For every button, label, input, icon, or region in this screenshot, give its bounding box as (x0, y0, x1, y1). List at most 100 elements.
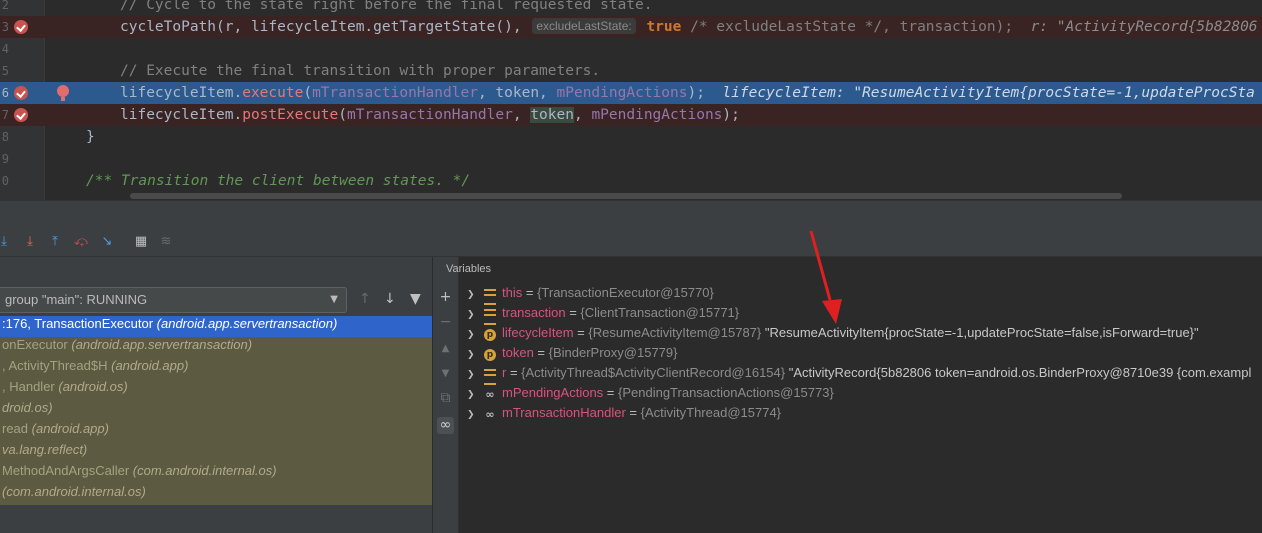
breakpoint-icon[interactable] (14, 86, 28, 100)
equals-sign: = (565, 305, 581, 320)
field-list-icon (484, 289, 496, 305)
variable-text: token = {BinderProxy@15779} (502, 345, 677, 360)
field-name: mPendingActions (556, 85, 688, 101)
breakpoint-icon[interactable] (14, 20, 28, 34)
variable-row[interactable]: ❯ p lifecycleItem = {ResumeActivityItem@… (459, 325, 1262, 345)
evaluate-expression-icon[interactable]: ▦ (133, 234, 149, 250)
frame-package: (android.app) (111, 358, 189, 373)
step-into-icon[interactable]: ⤓ (22, 234, 38, 250)
code-text: // Execute the final transition with pro… (120, 60, 600, 82)
variable-name: this (502, 285, 523, 300)
code-line[interactable]: 4 (0, 38, 1262, 60)
line-number: 2 (1, 0, 9, 12)
frame-location: :176, TransactionExecutor (2, 316, 157, 331)
chevron-right-icon[interactable]: ❯ (467, 385, 475, 405)
equals-sign: = (533, 345, 549, 360)
variable-row[interactable]: ❯ transaction = {ClientTransaction@15771… (459, 305, 1262, 325)
variable-row[interactable]: ❯ p token = {BinderProxy@15779} (459, 345, 1262, 365)
chevron-right-icon[interactable]: ❯ (467, 285, 475, 305)
variable-row[interactable]: ❯ ∞ mPendingActions = {PendingTransactio… (459, 385, 1262, 405)
arrow-down-icon[interactable]: ↓ (384, 285, 396, 313)
arrow-up-icon[interactable]: ▲ (437, 340, 454, 357)
parameter-icon: p (484, 349, 496, 361)
chevron-right-icon[interactable]: ❯ (467, 345, 475, 365)
field-name: mTransactionHandler (312, 85, 478, 101)
code-line-execution-point[interactable]: 6 lifecycleItem.execute(mTransactionHand… (0, 82, 1262, 104)
parameter-icon: p (484, 329, 496, 341)
stack-frame[interactable]: va.lang.reflect) (0, 442, 432, 463)
variables-title: Variables (446, 263, 492, 275)
frame-package: (android.app) (31, 421, 109, 436)
stack-frame[interactable]: read (android.app) (0, 421, 432, 442)
line-number: 4 (1, 42, 9, 56)
code-segment: , (512, 107, 531, 123)
stack-frame[interactable]: onExecutor (android.app.servertransactio… (0, 337, 432, 358)
variable-type: {ResumeActivityItem@15787} (588, 325, 762, 340)
breakpoint-icon[interactable] (14, 108, 28, 122)
stack-frame[interactable]: , Handler (android.os) (0, 379, 432, 400)
stack-frame[interactable]: MethodAndArgsCaller (com.android.interna… (0, 463, 432, 484)
variable-row[interactable]: ❯ r = {ActivityThread$ActivityClientReco… (459, 365, 1262, 385)
stack-frame[interactable]: :176, TransactionExecutor (android.app.s… (0, 316, 432, 337)
filter-icon[interactable]: ▼ (410, 285, 421, 313)
code-line[interactable]: 8 } (0, 126, 1262, 148)
frame-package: (android.app.servertransaction) (71, 337, 253, 352)
variable-row[interactable]: ❯ ∞ mTransactionHandler = {ActivityThrea… (459, 405, 1262, 425)
arrow-down-icon[interactable]: ▼ (437, 365, 454, 382)
code-segment: ); (722, 107, 740, 123)
equals-sign: = (603, 385, 618, 400)
watch-icon: ∞ (485, 388, 495, 401)
comment: // Cycle to the state right before the f… (120, 0, 653, 13)
stack-frame[interactable]: droid.os) (0, 400, 432, 421)
arrow-up-icon[interactable]: ↑ (359, 285, 371, 313)
code-segment: , (573, 107, 592, 123)
variable-name: lifecycleItem (502, 325, 574, 340)
field-name: mPendingActions (591, 107, 723, 123)
trace-icon[interactable]: ≋ (158, 234, 174, 250)
code-line[interactable]: 2 // Cycle to the state right before the… (0, 0, 1262, 16)
stack-frame[interactable]: , ActivityThread$H (android.app) (0, 358, 432, 379)
thread-dropdown[interactable]: group "main": RUNNING ▼ (0, 287, 347, 313)
code-line[interactable]: 5 // Execute the final transition with p… (0, 60, 1262, 82)
stack-frame[interactable]: (com.android.internal.os) (0, 484, 432, 505)
step-out-icon[interactable]: ⤒ (47, 234, 63, 250)
debug-tool-window-header (0, 200, 1262, 231)
code-line[interactable]: 0 /** Transition the client between stat… (0, 170, 1262, 192)
copy-icon[interactable]: ⧉ (437, 390, 454, 407)
step-over-icon[interactable]: ⤓ (0, 234, 12, 250)
frame-package: (android.app.servertransaction) (156, 316, 338, 331)
line-number: 3 (1, 20, 9, 34)
frame-location: MethodAndArgsCaller (2, 463, 133, 478)
code-line-breakpoint[interactable]: 3 cycleToPath(r, lifecycleItem.getTarget… (0, 16, 1262, 38)
frames-empty-area (0, 505, 432, 533)
variable-name: mTransactionHandler (502, 405, 626, 420)
parameter-hint: excludeLastState: (532, 18, 636, 34)
code-segment: ( (338, 107, 347, 123)
minus-icon[interactable]: − (437, 314, 454, 331)
equals-sign: = (573, 325, 589, 340)
code-line-breakpoint[interactable]: 7 lifecycleItem.postExecute(mTransaction… (0, 104, 1262, 126)
chevron-right-icon[interactable]: ❯ (467, 325, 475, 345)
plus-icon[interactable]: + (437, 289, 454, 306)
inline-value: lifecycleItem: "ResumeActivityItem{procS… (704, 85, 1255, 101)
code-text: /** Transition the client between states… (86, 170, 470, 192)
run-to-cursor-icon[interactable]: ↘ (99, 234, 115, 250)
horizontal-scrollbar[interactable] (130, 193, 1122, 199)
equals-sign: = (625, 405, 641, 420)
method-name: execute (242, 85, 304, 101)
code-segment: ); (687, 85, 705, 101)
code-text: cycleToPath(r, lifecycleItem.getTargetSt… (120, 16, 1258, 38)
code-line[interactable]: 9 (0, 148, 1262, 170)
field-list-icon (484, 309, 496, 325)
variable-value: "ResumeActivityItem{procState=-1,updateP… (761, 325, 1199, 340)
code-editor[interactable]: 2 // Cycle to the state right before the… (0, 0, 1262, 200)
chevron-right-icon[interactable]: ❯ (467, 305, 475, 325)
drop-frame-icon[interactable]: ⤽ (73, 234, 89, 250)
chevron-right-icon[interactable]: ❯ (467, 405, 475, 425)
frame-package: (com.android.internal.os) (132, 463, 277, 478)
chevron-right-icon[interactable]: ❯ (467, 365, 475, 385)
watches-toggle-icon[interactable]: ∞ (437, 417, 454, 434)
frame-location: onExecutor (2, 337, 72, 352)
variable-row[interactable]: ❯ this = {TransactionExecutor@15770} (459, 285, 1262, 305)
frame-package: (com.android.internal.os) (2, 484, 146, 499)
